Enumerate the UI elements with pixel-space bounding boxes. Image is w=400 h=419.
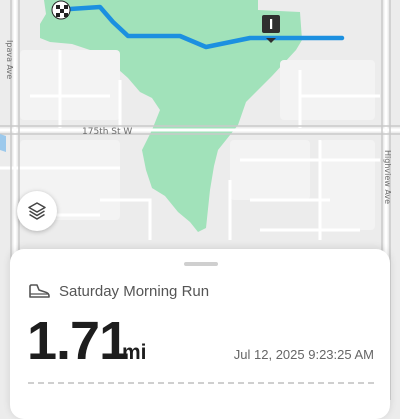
section-divider [28,382,374,384]
activity-title: Saturday Morning Run [59,283,210,300]
distance-unit: mi [122,341,147,364]
map-layers-button[interactable] [17,191,57,231]
street-label-175th: 175th St W [82,127,132,137]
activity-distance: 1.71 [27,311,129,371]
street-label-highview: Highview Ave [383,150,392,204]
sheet-drag-handle[interactable] [184,262,218,266]
shoe-icon [29,284,50,298]
layers-icon [28,202,46,220]
activity-summary-sheet[interactable]: Saturday Morning Run 1.71 mi Jul 12, 202… [10,249,390,419]
activity-datetime: Jul 12, 2025 9:23:25 AM [233,347,374,362]
start-marker[interactable] [51,0,71,20]
street-label-ipava: Ipava Ave [5,40,14,79]
